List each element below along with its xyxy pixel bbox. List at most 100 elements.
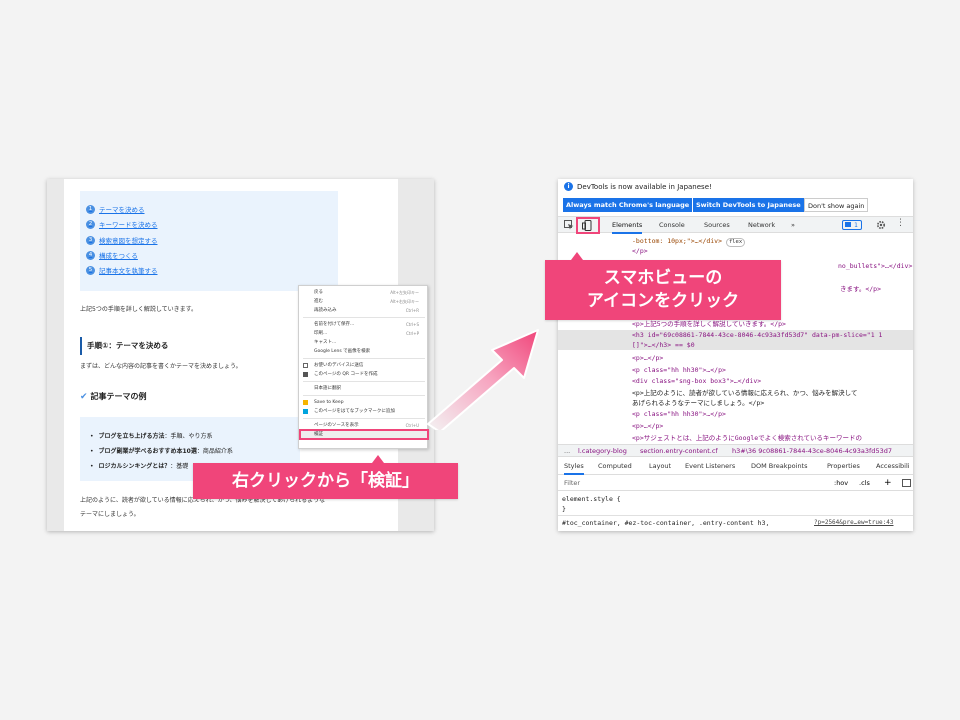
kebab-menu-icon[interactable]: ⋮ [896,218,905,228]
code-line[interactable]: <p>サジェストとは、上記のようにGoogleでよく検索されているキーワードの [632,433,862,443]
switch-to-japanese-button[interactable]: Switch DevTools to Japanese [693,198,804,212]
breadcrumb-item[interactable]: section.entry-content.cf [640,445,718,457]
subtab-event-listeners[interactable]: Event Listeners [685,459,735,475]
menu-item-inspect[interactable]: 検証 [299,430,429,439]
code-line[interactable]: きます。</p> [840,284,881,294]
toc-link[interactable]: テーマを決める [99,204,145,214]
example-rest: ：基礎 [170,463,189,470]
device-toolbar-icon[interactable] [582,220,594,231]
menu-item-hatena-bookmark[interactable]: このページをはてなブックマークに追加 [299,407,429,416]
arrow-icon [427,329,539,430]
menu-item-label: このページの QR コードを作成 [314,372,378,377]
toc-item[interactable]: 5 記事本文を執筆する [86,264,158,276]
code-line[interactable]: <p>…</p> [632,353,663,363]
subtab-styles[interactable]: Styles [564,459,584,475]
breadcrumb-ellipsis[interactable]: ... [564,445,570,457]
menu-item-save-to-keep[interactable]: Save to Keep [299,398,429,407]
keep-icon [303,400,308,405]
hov-button[interactable]: :hov [834,476,848,490]
example-rest: ：商品紹介系 [196,448,233,455]
menu-item-reload[interactable]: 再読み込み Ctrl+R [299,306,429,315]
code-line[interactable]: <p class="hh hh30">…</p> [632,365,726,375]
toc-item[interactable]: 1 テーマを決める [86,203,145,215]
callout-right-click-inspect: 右クリックから「検証」 [193,463,458,499]
code-text: -bottom: 10px;">…</div> [632,237,723,245]
menu-item-cast[interactable]: キャスト... [299,338,429,347]
info-text: DevTools is now available in Japanese! [577,182,712,191]
toc-link[interactable]: 検索意図を想定する [99,235,158,245]
code-text: <div class="sng-box box3">…</div> [632,377,762,385]
example-bold: ブログを立ち上げる方法 [98,433,165,440]
code-line[interactable]: <p>上記のように、読者が欲している情報に応えられ、かつ、悩みを解決して [632,388,857,398]
qr-code-icon [303,372,308,377]
code-text: <p>上記のように、読者が欲している情報に応えられ、かつ、悩みを解決して [632,389,858,397]
breadcrumb-item[interactable]: l.category-blog [578,445,627,457]
list-item: ブログ副業が学べるおすすめ本10選：商品紹介系 [90,446,233,455]
menu-item-label: ページのソースを表示 [314,423,359,428]
toc-item[interactable]: 3 検索意図を想定する [86,234,158,246]
issues-badge[interactable]: 1 [842,220,862,230]
tab-sources[interactable]: Sources [704,217,730,234]
element-style-close: } [562,505,566,513]
code-text: <p>上記5つの手順を詳しく解説していきます。</p> [632,320,786,328]
tab-console[interactable]: Console [659,217,685,234]
menu-item-forward[interactable]: 進む Alt+右矢印キー [299,297,429,306]
menu-item-send-to-device[interactable]: お使いのデバイスに送信 [299,361,429,370]
code-line[interactable]: <div class="sng-box box3">…</div> [632,376,761,386]
filter-input[interactable]: Filter [564,476,580,490]
tab-network[interactable]: Network [748,217,775,234]
cls-button[interactable]: .cls [859,476,870,490]
inspect-element-icon[interactable] [564,220,574,230]
selected-code-line[interactable]: <h3 id="69c08861-7844-43ce-8046-4c93a3fd… [558,330,913,340]
code-line[interactable]: <p>上記5つの手順を詳しく解説していきます。</p> [632,319,786,329]
menu-item-translate[interactable]: 日本語に翻訳 [299,384,429,393]
always-match-language-button[interactable]: Always match Chrome's language [563,198,693,212]
menu-item-google-lens[interactable]: Google Lens で画像を検索 [299,347,429,356]
css-rule-selector[interactable]: #toc_container, #ez-toc-container, .entr… [562,519,769,527]
code-line[interactable]: no_bullets">…</div> [838,261,912,271]
toc-item[interactable]: 2 キーワードを決める [86,218,158,230]
subtab-properties[interactable]: Properties [827,459,860,475]
code-line[interactable]: <p>…</p> [632,421,663,431]
menu-separator [303,418,425,419]
toc-item[interactable]: 4 構成をつくる [86,249,138,261]
toc-link[interactable]: 構成をつくる [99,250,138,260]
menu-shortcut: Alt+右矢印キー [390,299,419,304]
subtab-computed[interactable]: Computed [598,459,632,475]
menu-item-print[interactable]: 印刷... Ctrl+P [299,329,429,338]
context-menu: 戻る Alt+左矢印キー 進む Alt+右矢印キー 再読み込み Ctrl+R 名前を付… [298,285,429,449]
selected-code-line[interactable]: []">…</h3> == $0 [558,340,913,350]
flex-badge[interactable]: flex [725,238,746,247]
menu-item-back[interactable]: 戻る Alt+左矢印キー [299,288,429,297]
breadcrumb-item-current[interactable]: h3#\36 9c08861-7844-43ce-8046-4c93a3fd53… [732,445,892,457]
tab-elements[interactable]: Elements [612,217,643,234]
add-rule-button[interactable]: + [884,476,892,490]
toc-link[interactable]: 記事本文を執筆する [99,265,158,275]
callout-device-toolbar: スマホビューの アイコンをクリック [545,260,781,320]
menu-item-qr-code[interactable]: このページの QR コードを作成 [299,370,429,379]
subtab-dom-breakpoints[interactable]: DOM Breakpoints [751,459,808,475]
code-line[interactable]: <p class="hh hh30">…</p> [632,409,726,419]
gear-icon[interactable] [876,220,886,230]
code-text: <p>…</p> [632,422,664,430]
code-line[interactable]: </p> [632,246,648,256]
code-line[interactable]: あげられるようなテーマにしましょう。</p> [632,398,764,408]
example-heading: ✔ 記事テーマの例 [80,391,147,402]
menu-item-label: 再読み込み [314,308,337,313]
closing-text-2: テーマにしましょう。 [80,511,140,518]
subtab-layout[interactable]: Layout [649,459,671,475]
subtab-accessibility[interactable]: Accessibili [876,459,910,475]
menu-item-save-as[interactable]: 名前を付けて保存... Ctrl+S [299,320,429,329]
callout-tail [372,455,384,463]
menu-item-label: 進む [314,299,323,304]
toggle-sidebar-icon[interactable] [902,479,911,487]
code-line[interactable]: -bottom: 10px;">…</div> flex [632,236,746,247]
dont-show-again-button[interactable]: Don't show again [804,198,869,212]
list-item: ブログを立ち上げる方法：手順、やり方系 [90,431,212,440]
code-text: <p class="hh hh30">…</p> [632,410,726,418]
element-style-rule[interactable]: element.style { [562,495,621,503]
more-tabs-button[interactable]: » [791,217,795,234]
toc-link[interactable]: キーワードを決める [99,219,158,229]
css-source-link[interactable]: ?p=2564&pre…ew=true:43 [814,519,893,526]
code-text: きます。</p> [840,285,882,293]
